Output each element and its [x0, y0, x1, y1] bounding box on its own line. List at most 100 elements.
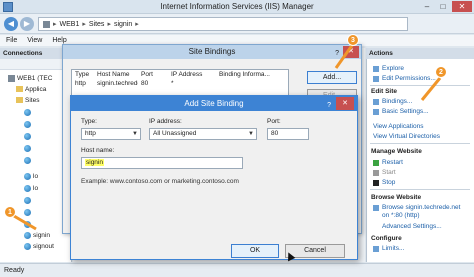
breadcrumb-item-server[interactable]: WEB1: [60, 21, 80, 28]
section-browse-website: Browse Website: [371, 194, 422, 201]
help-button[interactable]: ?: [327, 98, 331, 113]
action-bindings[interactable]: Bindings...: [373, 97, 412, 106]
breadcrumb[interactable]: ▸ WEB1 ▸ Sites ▸ signin ▸: [38, 17, 408, 31]
menu-file[interactable]: File: [6, 37, 17, 44]
actions-header: Actions: [366, 48, 474, 59]
tree-item-site[interactable]: [24, 131, 31, 141]
action-label: Stop: [382, 179, 396, 186]
action-start[interactable]: Start: [373, 168, 396, 177]
tree-item-site[interactable]: [24, 207, 31, 217]
column-header[interactable]: Type: [72, 71, 94, 78]
column-header[interactable]: Host Name: [94, 71, 138, 78]
table-cell: signin.techrede...: [97, 80, 138, 87]
host-name-example: Example: www.contoso.com or marketing.co…: [81, 178, 239, 185]
breadcrumb-separator: ▸: [107, 21, 111, 28]
site-bindings-title-bar: Site Bindings ? ✕: [63, 45, 361, 59]
action-stop[interactable]: Stop: [373, 178, 395, 187]
column-header[interactable]: Port: [138, 71, 168, 78]
site-bindings-title: Site Bindings: [188, 47, 236, 56]
tree-item-site[interactable]: [24, 219, 31, 229]
add-site-binding-title: Add Site Binding: [184, 99, 244, 108]
help-button[interactable]: ?: [335, 47, 339, 61]
globe-icon: [24, 108, 31, 116]
action-view-applications[interactable]: View Applications: [373, 122, 423, 131]
tree-item-sites[interactable]: Sites: [16, 95, 39, 105]
back-button[interactable]: ◀: [4, 17, 18, 31]
action-edit-permissions[interactable]: Edit Permissions...: [373, 74, 436, 83]
settings-icon: [373, 108, 379, 115]
table-row[interactable]: http signin.techrede... 80 *: [72, 79, 288, 88]
tree-item-site[interactable]: [24, 107, 31, 117]
tree-label: signout: [33, 242, 54, 250]
tree-label: Applica: [25, 85, 47, 93]
ok-button[interactable]: OK: [231, 244, 279, 258]
globe-icon: [24, 172, 31, 180]
action-label: Explore: [382, 65, 405, 72]
tree-label: WEB1 (TEC: [17, 74, 53, 82]
tree-label: lo: [33, 172, 39, 180]
action-limits[interactable]: Limits...: [373, 244, 404, 253]
action-browse-port[interactable]: on *:80 (http): [382, 211, 420, 220]
action-restart[interactable]: Restart: [373, 158, 403, 167]
breadcrumb-item-site[interactable]: signin: [114, 21, 132, 28]
globe-icon: [24, 144, 31, 152]
tree-item-site[interactable]: lo: [24, 171, 38, 181]
host-name-value: signin: [85, 159, 104, 166]
tree-item-site[interactable]: [24, 195, 31, 205]
sites-folder-icon: [16, 97, 23, 103]
action-label: Restart: [382, 159, 403, 166]
type-value: http: [85, 130, 96, 137]
add-binding-close-button[interactable]: ✕: [336, 97, 354, 110]
type-label: Type:: [81, 118, 97, 125]
ip-address-select[interactable]: All Unassigned ▼: [149, 128, 257, 140]
breadcrumb-item-sites[interactable]: Sites: [89, 21, 105, 28]
column-header[interactable]: Binding Informa...: [216, 71, 288, 78]
action-explore[interactable]: Explore: [373, 64, 404, 73]
action-view-virtual-directories[interactable]: View Virtual Directories: [373, 132, 440, 141]
tree-item-signin[interactable]: signin: [24, 230, 50, 240]
column-header[interactable]: IP Address: [168, 71, 216, 78]
close-window-button[interactable]: ✕: [452, 1, 472, 12]
minimize-button[interactable]: –: [420, 1, 434, 12]
window-title: Internet Information Services (IIS) Mana…: [160, 2, 314, 11]
limits-icon: [373, 245, 379, 252]
action-label: Basic Settings...: [382, 108, 429, 115]
globe-icon: [24, 184, 31, 192]
step-badge-1: 1: [4, 206, 16, 218]
menu-help[interactable]: Help: [52, 37, 66, 44]
table-cell: http: [75, 80, 86, 87]
action-label: on *:80 (http): [382, 212, 420, 219]
table-cell: *: [171, 80, 174, 87]
tree-item-site[interactable]: [24, 143, 31, 153]
table-header: Type Host Name Port IP Address Binding I…: [72, 70, 288, 79]
action-label: View Applications: [373, 123, 424, 130]
tree-item-server[interactable]: WEB1 (TEC: [8, 73, 52, 83]
action-basic-settings[interactable]: Basic Settings...: [373, 107, 429, 116]
breadcrumb-separator: ▸: [82, 21, 86, 28]
breadcrumb-separator: ▸: [135, 21, 139, 28]
maximize-button[interactable]: □: [436, 1, 450, 12]
globe-icon: [24, 132, 31, 140]
port-field[interactable]: 80: [267, 128, 309, 140]
bindings-icon: [373, 98, 379, 105]
tree-item-site[interactable]: lo: [24, 183, 38, 193]
tree-label: Sites: [25, 96, 40, 104]
globe-icon: [24, 231, 31, 239]
browse-icon: [373, 204, 379, 211]
forward-button[interactable]: ▶: [20, 17, 34, 31]
stop-icon: [373, 179, 379, 186]
tree-item-site[interactable]: [24, 119, 31, 129]
type-select[interactable]: http ▼: [81, 128, 141, 140]
status-bar: Ready: [0, 263, 474, 277]
port-label: Port:: [267, 118, 281, 125]
step-badge-3: 3: [347, 34, 359, 46]
tree-item-site[interactable]: [24, 155, 31, 165]
tree-item-signout[interactable]: signout: [24, 241, 54, 251]
host-name-field[interactable]: signin: [81, 157, 243, 169]
action-advanced-settings[interactable]: Advanced Settings...: [382, 222, 442, 231]
tree-item-app-pools[interactable]: Applica: [16, 84, 46, 94]
add-binding-button[interactable]: Add...: [307, 71, 357, 84]
menu-view[interactable]: View: [27, 37, 42, 44]
divider: [370, 143, 470, 144]
site-bindings-close-button[interactable]: ✕: [343, 46, 359, 58]
